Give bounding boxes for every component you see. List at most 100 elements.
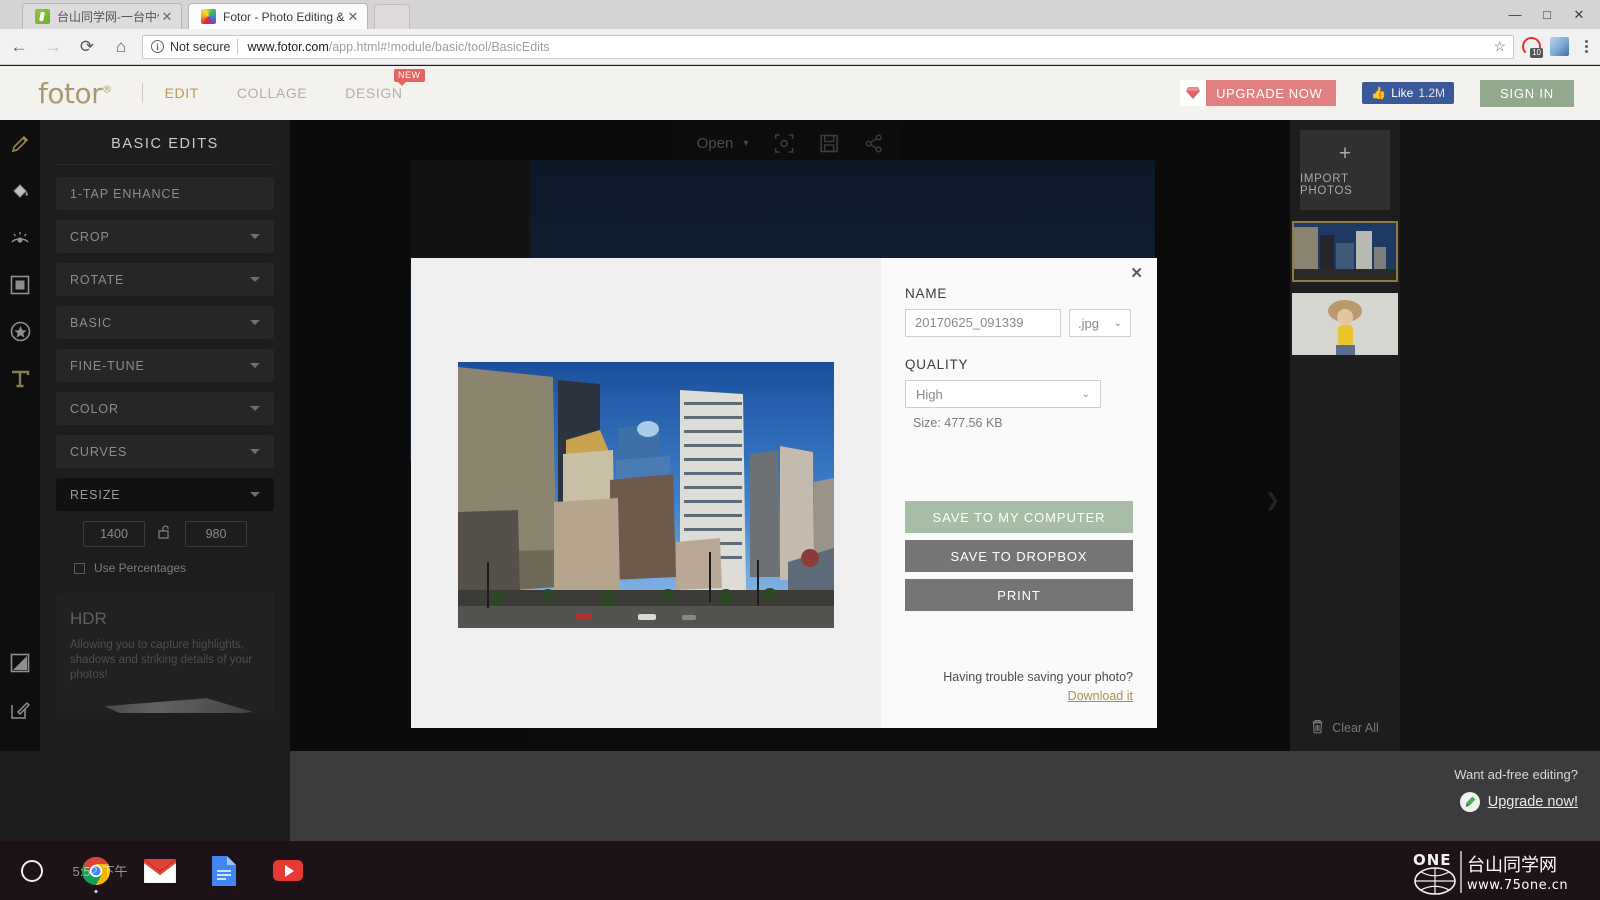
name-row: 20170625_091339 .jpg ⌄ — [905, 309, 1131, 337]
close-icon[interactable]: ✕ — [1130, 264, 1143, 282]
sign-in-button[interactable]: SIGN IN — [1480, 79, 1574, 107]
panel-item-fine-tune[interactable]: FINE-TUNE — [56, 349, 274, 382]
extensions-area: 10 — [1522, 37, 1600, 58]
chevron-down-icon: ⌄ — [1081, 388, 1090, 400]
woman-yellow-top-thumb — [1292, 293, 1398, 355]
svg-text:ONE: ONE — [1413, 851, 1452, 869]
adblock-extension-icon[interactable]: 10 — [1522, 37, 1543, 58]
city-skyline-thumb — [1292, 221, 1398, 282]
name-label: NAME — [905, 286, 948, 301]
panel-item-label: RESIZE — [70, 487, 121, 502]
use-percentages-label: Use Percentages — [94, 561, 187, 575]
use-percentages-row[interactable]: Use Percentages — [74, 561, 274, 575]
text-tool-icon[interactable] — [0, 355, 40, 402]
chevron-down-icon — [250, 363, 260, 368]
panel-item-label: FINE-TUNE — [70, 358, 145, 373]
nav-edit[interactable]: EDIT — [165, 85, 199, 101]
hdr-promo-body: Allowing you to capture highlights, shad… — [70, 639, 253, 681]
close-icon[interactable]: ✕ — [345, 10, 361, 23]
save-to-dropbox-button[interactable]: SAVE TO DROPBOX — [905, 540, 1133, 572]
chevron-down-icon — [250, 234, 260, 239]
frame-icon[interactable] — [0, 261, 40, 308]
upgrade-now-button[interactable]: UPGRADE NOW — [1180, 80, 1337, 106]
divider — [56, 164, 274, 165]
minimize-icon[interactable]: — — [1508, 8, 1522, 21]
panel-item-resize[interactable]: RESIZE — [56, 478, 274, 511]
home-button[interactable]: ⌂ — [106, 32, 136, 62]
youtube-icon[interactable] — [256, 841, 320, 900]
extension-badge: 10 — [1530, 48, 1543, 58]
close-icon[interactable]: ✕ — [159, 10, 175, 23]
chevron-down-icon — [250, 406, 260, 411]
print-button[interactable]: PRINT — [905, 579, 1133, 611]
back-button[interactable]: ← — [4, 32, 34, 62]
upgrade-now-link[interactable]: Upgrade now! — [1488, 794, 1578, 810]
use-percentages-checkbox[interactable] — [74, 562, 85, 574]
panel-title: BASIC EDITS — [111, 136, 219, 152]
panel-item-rotate[interactable]: ROTATE — [56, 263, 274, 296]
panel-item-color[interactable]: COLOR — [56, 392, 274, 425]
resize-height-input[interactable]: 980 — [185, 521, 247, 547]
pencil-icon[interactable] — [0, 120, 40, 167]
nav-design-label: DESIGN — [345, 85, 403, 101]
panel-item-basic[interactable]: BASIC — [56, 306, 274, 339]
thumbnail-woman-yellow-top[interactable] — [1292, 293, 1398, 355]
clock: 5:52 下午 — [72, 864, 128, 879]
panel-item-curves[interactable]: CURVES — [56, 435, 274, 468]
resize-width-input[interactable]: 1400 — [83, 521, 145, 547]
thumbnail-city-skyline[interactable] — [1292, 221, 1398, 282]
clear-all-button[interactable]: Clear All — [1290, 719, 1400, 737]
maximize-icon[interactable]: □ — [1540, 8, 1554, 21]
file-name-input[interactable]: 20170625_091339 — [905, 309, 1061, 337]
plus-icon: + — [1338, 142, 1352, 165]
browser-toolbar: ← → ⟳ ⌂ i Not secure www.fotor.com /app.… — [0, 29, 1600, 65]
sticker-star-icon[interactable] — [0, 308, 40, 355]
chevron-down-icon: ⌄ — [1113, 317, 1122, 329]
download-it-link[interactable]: Download it — [905, 689, 1133, 703]
panel-item-1-tap-enhance[interactable]: 1-TAP ENHANCE — [56, 177, 274, 210]
import-photos-button[interactable]: + IMPORT PHOTOS — [1300, 130, 1390, 210]
like-count: 1.2M — [1418, 86, 1445, 100]
close-window-icon[interactable]: ✕ — [1572, 8, 1586, 21]
reload-button[interactable]: ⟳ — [72, 32, 102, 62]
forward-button[interactable]: → — [38, 32, 68, 62]
ad-strip-left-filler — [0, 751, 290, 841]
browser-tab-0[interactable]: 台山同学网-一台中侨中埠 ✕ — [22, 3, 182, 29]
background-icon[interactable] — [0, 639, 40, 686]
city-skyline-preview — [458, 362, 834, 628]
basic-edits-panel: BASIC EDITS 1-TAP ENHANCE CROP ROTATE BA… — [40, 120, 290, 751]
file-format-select[interactable]: .jpg ⌄ — [1069, 309, 1131, 337]
import-photos-label: IMPORT PHOTOS — [1300, 173, 1353, 197]
address-bar[interactable]: i Not secure www.fotor.com /app.html#!mo… — [142, 34, 1514, 59]
google-docs-icon[interactable] — [192, 841, 256, 900]
save-to-my-computer-button[interactable]: SAVE TO MY COMPUTER — [905, 501, 1133, 533]
hdr-promo-card[interactable]: HDR Allowing you to capture highlights, … — [56, 593, 274, 713]
browser-tab-1[interactable]: Fotor - Photo Editing & C ✕ — [188, 3, 368, 29]
nav-collage[interactable]: COLLAGE — [237, 85, 307, 101]
trouble-text: Having trouble saving your photo? — [943, 670, 1133, 684]
svg-text:www.75one.cn: www.75one.cn — [1467, 878, 1568, 893]
quality-select[interactable]: High ⌄ — [905, 380, 1101, 408]
new-tab-button[interactable] — [374, 4, 410, 29]
star-icon[interactable]: ☆ — [1493, 38, 1509, 55]
paint-bucket-icon[interactable] — [0, 167, 40, 214]
panel-item-crop[interactable]: CROP — [56, 220, 274, 253]
window-controls: — □ ✕ — [1508, 0, 1594, 29]
trash-icon — [1311, 719, 1324, 737]
panel-item-label: COLOR — [70, 401, 119, 416]
draw-edit-icon[interactable] — [0, 686, 40, 733]
eye-retouch-icon[interactable] — [0, 214, 40, 261]
fotor-app: fotor® EDIT COLLAGE DESIGN NEW UPGRADE N… — [0, 66, 1600, 834]
hdr-promo-art — [104, 698, 253, 713]
info-icon: i — [151, 40, 164, 53]
kebab-menu-icon[interactable] — [1578, 40, 1594, 53]
dialog-form-pane: ✕ NAME 20170625_091339 .jpg ⌄ QUALITY Hi… — [881, 258, 1157, 728]
fotor-logo[interactable]: fotor® — [38, 77, 112, 110]
nav-design[interactable]: DESIGN NEW — [345, 69, 425, 101]
unlocked-padlock-icon[interactable] — [157, 524, 173, 545]
facebook-like-button[interactable]: 👍 Like 1.2M — [1362, 82, 1454, 104]
ad-promo: Want ad-free editing? Upgrade now! — [1454, 767, 1578, 812]
translate-extension-icon[interactable] — [1550, 37, 1569, 56]
thumbs-up-icon: 👍 — [1371, 86, 1387, 100]
fotor-main-nav: EDIT COLLAGE DESIGN NEW — [165, 69, 425, 101]
